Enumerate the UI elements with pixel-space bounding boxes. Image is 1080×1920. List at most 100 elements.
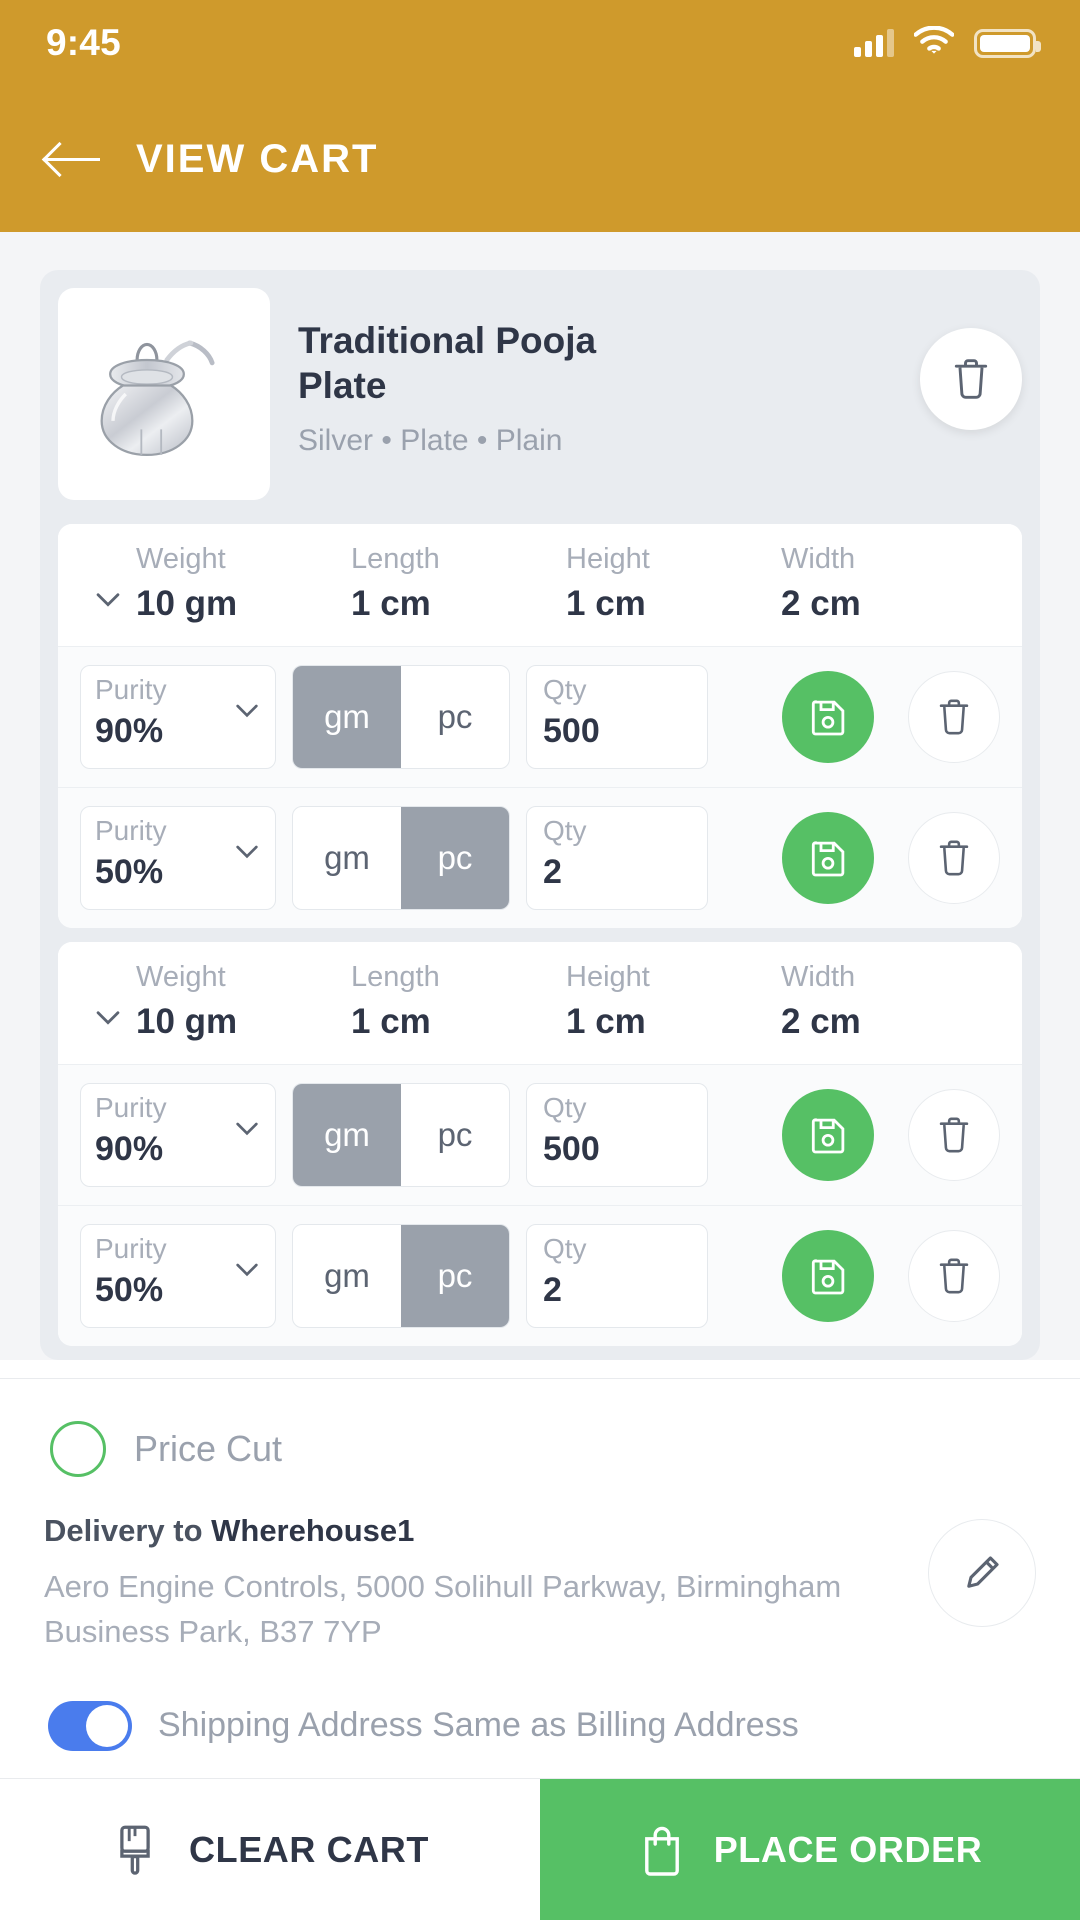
unit-option-pc[interactable]: pc [401,1224,509,1327]
delivery-address: Aero Engine Controls, 5000 Solihull Park… [44,1568,842,1649]
clear-cart-button[interactable]: CLEAR CART [0,1779,540,1920]
shipping-same-row[interactable]: Shipping Address Same as Billing Address [44,1655,1036,1778]
trash-icon [954,359,988,399]
trash-icon [939,699,969,735]
battery-icon [974,28,1041,58]
purity-select[interactable]: Purity 50% [80,805,276,910]
chevron-down-icon [96,1011,120,1025]
clear-cart-label: CLEAR CART [189,1828,429,1870]
product-name: Traditional Pooja Plate [298,320,597,407]
save-floppy-icon [811,1259,845,1295]
chevron-down-icon [231,1112,263,1144]
dimension-value: 2 cm [781,583,861,623]
status-bar-icons [854,25,1041,61]
save-variant-button[interactable] [782,811,874,904]
variant-group: Weight 10 gm Length 1 cm Height 1 cm Wid… [58,524,1022,928]
status-bar-clock: 9:45 [46,22,121,63]
unit-option-pc[interactable]: pc [401,666,509,768]
delete-variant-button[interactable] [908,670,1000,763]
dimensions-row[interactable]: Weight 10 gm Length 1 cm Height 1 cm Wid… [58,941,1022,1064]
dimension-weight: Weight 10 gm [136,960,351,1042]
chevron-down-icon [96,593,120,607]
dimension-label: Weight [136,960,226,993]
delete-variant-button[interactable] [908,1229,1000,1322]
dimension-width: Width 2 cm [781,543,996,624]
app-header: 9:45 VIEW CART [0,0,1080,232]
dimensions-row[interactable]: Weight 10 gm Length 1 cm Height 1 cm Wid… [58,524,1022,646]
unit-option-gm[interactable]: gm [293,1083,401,1186]
product-header: Traditional Pooja Plate Silver • Plate •… [58,288,1022,510]
purity-select[interactable]: Purity 50% [80,1223,276,1328]
unit-option-gm[interactable]: gm [293,807,401,909]
dimension-label: Length [351,543,440,575]
dimension-length: Length 1 cm [351,543,566,624]
expand-group-button[interactable] [80,1000,136,1042]
bottom-action-bar: CLEAR CART PLACE ORDER [0,1778,1080,1920]
trash-icon [939,840,969,876]
variant-row: Purity 90% gm pc Qty 500 [58,645,1022,787]
qty-label: Qty [543,1091,587,1123]
unit-option-gm[interactable]: gm [293,1225,401,1327]
qty-input[interactable]: Qty 500 [526,1082,708,1187]
delivery-title: Delivery to Wherehouse1 [44,1513,886,1549]
product-thumbnail [58,288,270,500]
dimension-height: Height 1 cm [566,961,781,1042]
cart-items-scroll: Traditional Pooja Plate Silver • Plate •… [0,232,1080,1360]
chevron-down-icon [231,835,263,867]
trash-icon [939,1258,969,1294]
place-order-label: PLACE ORDER [713,1828,983,1870]
qty-input[interactable]: Qty 500 [526,664,708,769]
wifi-icon [913,25,955,61]
price-cut-row[interactable]: Price Cut [44,1379,1036,1513]
dimension-label: Width [781,960,856,993]
shipping-same-toggle[interactable] [48,1700,132,1751]
cart-body: Traditional Pooja Plate Silver • Plate •… [0,232,1080,1778]
qty-input[interactable]: Qty 2 [526,1223,708,1328]
dimension-label: Length [351,960,440,993]
unit-option-pc[interactable]: pc [401,806,509,909]
page-title: VIEW CART [136,136,379,181]
edit-address-button[interactable] [928,1518,1036,1627]
dimension-height: Height 1 cm [566,543,781,624]
unit-toggle[interactable]: gm pc [292,664,510,769]
place-order-button[interactable]: PLACE ORDER [540,1779,1080,1920]
chevron-down-icon [231,1253,263,1285]
delivery-title-prefix: Delivery to [44,1512,212,1548]
qty-value: 2 [543,1270,562,1309]
dimension-value: 1 cm [351,1001,431,1041]
dimension-length: Length 1 cm [351,960,566,1042]
delete-variant-button[interactable] [908,811,1000,904]
unit-option-pc[interactable]: pc [401,1084,509,1186]
unit-toggle[interactable]: gm pc [292,1223,510,1328]
expand-group-button[interactable] [80,582,136,624]
save-variant-button[interactable] [782,1229,874,1322]
purity-select[interactable]: Purity 90% [80,664,276,769]
save-variant-button[interactable] [782,1088,874,1181]
dimension-value: 1 cm [566,583,646,623]
product-card: Traditional Pooja Plate Silver • Plate •… [40,270,1040,1360]
price-cut-radio[interactable] [50,1420,106,1477]
qty-input[interactable]: Qty 2 [526,805,708,910]
status-bar: 9:45 [0,0,1080,86]
dimension-width: Width 2 cm [781,960,996,1042]
purity-select[interactable]: Purity 90% [80,1082,276,1187]
back-arrow-icon[interactable] [46,139,100,179]
dimension-label: Weight [136,543,226,575]
dimension-label: Width [781,543,856,575]
checkout-options: Price Cut Delivery to Wherehouse1 Aero E… [0,1359,1080,1778]
remove-product-button[interactable] [920,328,1022,430]
qty-value: 500 [543,1129,600,1168]
dimension-weight: Weight 10 gm [136,543,351,624]
qty-label: Qty [543,1232,587,1264]
delete-variant-button[interactable] [908,1088,1000,1181]
dimension-value: 10 gm [136,583,238,623]
unit-toggle[interactable]: gm pc [292,805,510,910]
dimension-label: Height [566,543,650,575]
price-cut-label: Price Cut [134,1427,283,1469]
qty-value: 500 [543,711,600,750]
unit-option-gm[interactable]: gm [293,665,401,768]
save-variant-button[interactable] [782,670,874,763]
variant-group: Weight 10 gm Length 1 cm Height 1 cm Wid… [58,941,1022,1346]
unit-toggle[interactable]: gm pc [292,1082,510,1187]
silver-pooja-pot-image [100,340,215,457]
